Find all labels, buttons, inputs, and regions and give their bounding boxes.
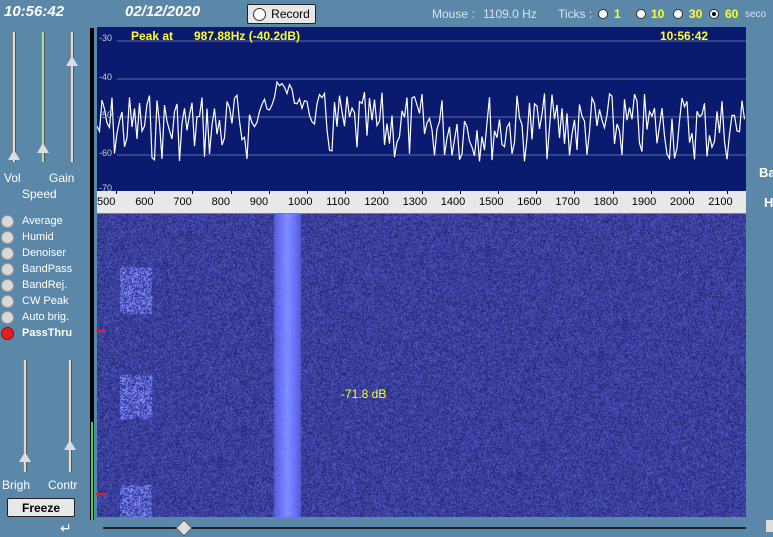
freq-tick-mark [536,191,538,194]
freq-tick-label: 700 [173,196,192,208]
freq-tick-label: 800 [211,196,230,208]
mode-denoiser[interactable]: Denoiser [1,245,91,261]
ticks-option-1: 1 [614,7,621,21]
right-label-h: H [764,195,773,210]
right-corner-handle[interactable] [766,520,773,532]
freq-tick-mark [345,191,347,194]
vol-slider-track[interactable] [12,32,16,162]
peak-value: 987.88Hz (-40.2dB) [194,29,301,43]
ticks-option-30: 30 [689,7,703,21]
ticks-radio-1[interactable] [598,9,608,19]
freq-tick-label: 2000 [670,196,695,208]
mode-cw-peak[interactable]: CW Peak [1,293,91,309]
freq-tick-label: 600 [135,196,154,208]
freq-tick-mark [650,191,652,194]
waterfall-marker [96,493,106,495]
contr-label: Contr [48,478,78,492]
freq-tick-label: 1800 [593,196,619,208]
ticks-option-60: 60 [725,7,739,21]
mode-bandpass[interactable]: BandPass [1,261,91,277]
mode-passthru[interactable]: PassThru [1,325,91,341]
freq-tick-mark [268,191,270,194]
freeze-button[interactable]: Freeze [7,498,75,517]
ticks-label: Ticks : [558,7,593,21]
freq-tick-label: 1400 [440,196,466,208]
ticks-radio-30[interactable] [673,9,683,19]
waterfall-display[interactable]: -71.8 dB [97,214,746,517]
freq-tick-label: 1200 [364,196,389,208]
frequency-axis[interactable]: 500 600 700 800 900 1000 1100 1200 1300 1400 1500 1… [97,191,746,213]
db-tick-40: -40 [99,72,113,82]
spectrum-trace [97,80,746,162]
contr-slider-thumb[interactable] [64,440,76,450]
ticks-radio-10[interactable] [636,9,646,19]
freq-tick-mark [307,191,308,194]
freq-tick-mark [574,191,576,194]
ticks-radio-60[interactable] [709,9,719,19]
freq-tick-label: 500 [97,196,116,208]
freq-tick-mark [689,191,690,194]
db-tick-50: -50 [99,110,113,120]
freq-tick-mark [727,191,729,194]
clock-time: 10:56:42 [4,3,65,20]
freq-tick-mark [383,191,385,194]
brigh-slider-thumb[interactable] [19,452,31,462]
freq-tick-mark [192,191,194,194]
record-button[interactable]: Record [247,4,316,24]
seconds-label: seco [745,9,767,20]
bottom-slider-track[interactable] [103,527,746,529]
gain-slider-thumb[interactable] [37,143,49,153]
gain-label: Gain [49,171,75,185]
freq-tick-label: 1900 [631,196,657,208]
vol-label: Vol [4,171,21,185]
freq-tick-label: 1000 [288,196,313,208]
record-label: Record [271,7,310,21]
back-arrow-icon[interactable]: ↵ [60,520,72,537]
freq-tick-label: 1500 [479,196,504,208]
db-tick-60: -60 [99,148,113,158]
brigh-label: Brigh [2,478,31,492]
speed-slider-track[interactable] [70,32,74,162]
freq-tick-label: 1600 [517,196,542,208]
freq-tick-label: 1700 [555,196,580,208]
record-radio-icon [253,7,267,21]
spectrum-svg [97,40,746,162]
mode-humid[interactable]: Humid [1,229,91,245]
freq-tick-label: 1100 [326,196,350,208]
waterfall-marker [96,330,106,332]
vol-slider-thumb[interactable] [8,150,20,160]
clock-date: 02/12/2020 [125,3,201,20]
mouse-label: Mouse : [432,7,475,21]
db-tick-30: -30 [99,33,113,43]
right-label-b: Ba [759,165,773,180]
speed-label: Speed [22,187,57,201]
spectrum-time: 10:56:42 [660,29,709,43]
freq-tick-label: 900 [249,196,269,208]
freq-tick-mark [459,191,461,194]
spectrum-plot[interactable]: Peak at 987.88Hz (-40.2dB) 10:56:42 -30 … [97,27,746,191]
contr-slider-track[interactable] [68,360,72,472]
ticks-option-10: 10 [651,7,665,21]
freq-tick-mark [230,191,232,194]
level-meter-fill [91,422,93,520]
freq-tick-mark [421,191,423,194]
speed-slider-thumb[interactable] [66,56,78,66]
db-tick-70: -70 [99,183,113,191]
freq-tick-mark [116,191,117,194]
freq-tick-mark [498,191,499,194]
mode-list: Average Humid Denoiser BandPass BandRej.… [1,213,91,341]
mode-bandrej[interactable]: BandRej. [1,277,91,293]
freq-tick-mark [612,191,614,194]
waterfall-canvas [97,214,746,517]
freq-tick-label: 2100 [708,196,733,208]
freq-tick-mark [154,191,156,194]
bottom-slider-thumb[interactable] [175,519,193,537]
mouse-value: 1109.0 Hz [483,7,537,21]
freq-tick-label: 1300 [402,196,428,208]
peak-label: Peak at [131,29,174,43]
waterfall-level-readout: -71.8 dB [341,387,387,401]
mode-average[interactable]: Average [1,213,91,229]
mode-auto-brig[interactable]: Auto brig. [1,309,91,325]
